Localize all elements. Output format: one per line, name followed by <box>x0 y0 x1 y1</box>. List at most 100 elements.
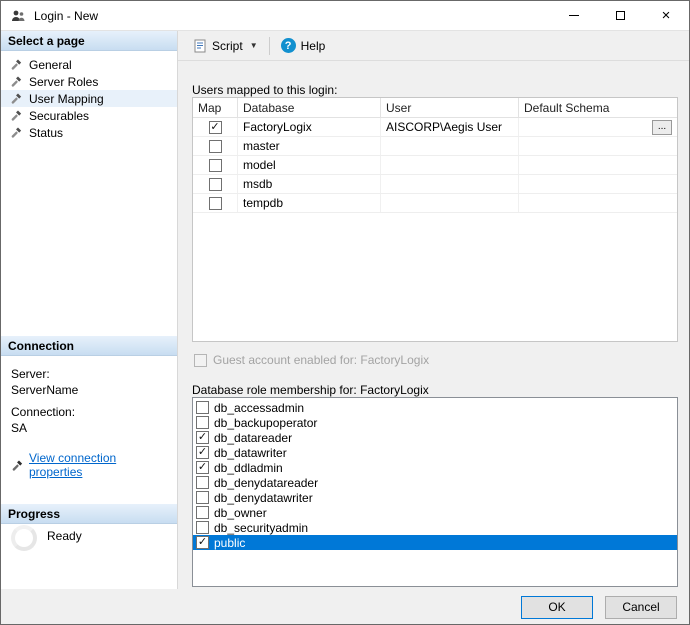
connection-properties-icon <box>11 459 24 472</box>
role-item[interactable]: db_datareader <box>193 430 677 445</box>
role-item[interactable]: db_backupoperator <box>193 415 677 430</box>
connection-info: Server: ServerName Connection: SA View c… <box>11 359 171 479</box>
table-row[interactable]: FactoryLogix AISCORP\Aegis User ... <box>193 118 677 137</box>
script-icon <box>193 39 207 53</box>
role-checkbox[interactable] <box>196 476 209 489</box>
role-item[interactable]: db_owner <box>193 505 677 520</box>
sidebar-item-label: General <box>29 58 72 72</box>
user-cell <box>381 194 519 212</box>
map-cell <box>193 175 238 193</box>
sidebar-item-label: Status <box>29 126 63 140</box>
role-checkbox[interactable] <box>196 536 209 549</box>
titlebar[interactable]: Login - New × <box>1 1 689 31</box>
guest-account-checkbox[interactable] <box>194 354 207 367</box>
chevron-down-icon: ▼ <box>250 41 258 50</box>
window-title: Login - New <box>34 9 98 23</box>
wrench-icon <box>10 58 23 71</box>
role-item[interactable]: public <box>193 535 677 550</box>
connection-label: Connection: <box>11 405 171 419</box>
user-cell <box>381 137 519 155</box>
wrench-icon <box>10 126 23 139</box>
role-checkbox[interactable] <box>196 491 209 504</box>
users-mapped-label: Users mapped to this login: <box>192 83 337 97</box>
sidebar-item-status[interactable]: Status <box>1 124 177 141</box>
role-name: public <box>214 536 245 550</box>
user-cell <box>381 175 519 193</box>
role-item[interactable]: db_accessadmin <box>193 400 677 415</box>
database-cell: model <box>238 156 381 174</box>
table-row[interactable]: model <box>193 156 677 175</box>
cancel-button[interactable]: Cancel <box>605 596 677 619</box>
role-checkbox[interactable] <box>196 416 209 429</box>
role-item[interactable]: db_securityadmin <box>193 520 677 535</box>
role-item[interactable]: db_datawriter <box>193 445 677 460</box>
database-cell: master <box>238 137 381 155</box>
toolbar: Script ▼ ? Help <box>178 31 689 61</box>
role-item[interactable]: db_denydatareader <box>193 475 677 490</box>
table-row[interactable]: master <box>193 137 677 156</box>
role-name: db_owner <box>214 506 267 520</box>
close-button[interactable]: × <box>643 1 689 30</box>
map-cell <box>193 137 238 155</box>
table-row[interactable]: tempdb <box>193 194 677 213</box>
help-button[interactable]: ? Help <box>274 33 333 58</box>
role-checkbox[interactable] <box>196 446 209 459</box>
map-cell <box>193 118 238 136</box>
schema-cell <box>519 175 677 193</box>
role-name: db_ddladmin <box>214 461 283 475</box>
progress-status: Ready <box>47 529 82 543</box>
progress-area: Ready <box>11 525 82 551</box>
table-row[interactable]: msdb <box>193 175 677 194</box>
toolbar-separator <box>269 37 270 55</box>
select-a-page-header: Select a page <box>1 31 177 51</box>
sidebar-item-server-roles[interactable]: Server Roles <box>1 73 177 90</box>
user-mapping-table: Map Database User Default Schema Factory… <box>192 97 678 342</box>
wrench-icon <box>10 109 23 122</box>
progress-header: Progress <box>1 504 177 524</box>
map-checkbox[interactable] <box>209 178 222 191</box>
schema-cell: ... <box>519 118 677 136</box>
column-header-default-schema: Default Schema <box>519 98 677 117</box>
sidebar-item-general[interactable]: General <box>1 56 177 73</box>
schema-cell <box>519 194 677 212</box>
database-cell: tempdb <box>238 194 381 212</box>
role-name: db_backupoperator <box>214 416 317 430</box>
maximize-button[interactable] <box>597 1 643 30</box>
ok-button[interactable]: OK <box>521 596 593 619</box>
close-icon: × <box>662 8 671 23</box>
guest-account-row: Guest account enabled for: FactoryLogix <box>194 353 429 367</box>
sidebar-item-securables[interactable]: Securables <box>1 107 177 124</box>
role-item[interactable]: db_denydatawriter <box>193 490 677 505</box>
wrench-icon <box>10 75 23 88</box>
role-name: db_accessadmin <box>214 401 304 415</box>
maximize-icon <box>616 11 625 20</box>
role-name: db_denydatareader <box>214 476 318 490</box>
guest-account-label: Guest account enabled for: FactoryLogix <box>213 353 429 367</box>
sidebar-item-user-mapping[interactable]: User Mapping <box>1 90 177 107</box>
role-checkbox[interactable] <box>196 506 209 519</box>
database-cell: msdb <box>238 175 381 193</box>
role-checkbox[interactable] <box>196 461 209 474</box>
minimize-button[interactable] <box>551 1 597 30</box>
column-header-user: User <box>381 98 519 117</box>
browse-button[interactable]: ... <box>652 120 672 135</box>
role-name: db_datawriter <box>214 446 287 460</box>
role-checkbox[interactable] <box>196 431 209 444</box>
connection-value: SA <box>11 421 171 435</box>
role-membership-label: Database role membership for: FactoryLog… <box>192 383 429 397</box>
script-button[interactable]: Script ▼ <box>186 34 265 58</box>
role-item[interactable]: db_ddladmin <box>193 460 677 475</box>
map-checkbox[interactable] <box>209 197 222 210</box>
column-header-map: Map <box>193 98 238 117</box>
map-checkbox[interactable] <box>209 159 222 172</box>
map-checkbox[interactable] <box>209 140 222 153</box>
column-header-database: Database <box>238 98 381 117</box>
map-checkbox[interactable] <box>209 121 222 134</box>
role-name: db_securityadmin <box>214 521 308 535</box>
role-checkbox[interactable] <box>196 521 209 534</box>
map-cell <box>193 156 238 174</box>
view-connection-properties-link[interactable]: View connection properties <box>29 451 171 479</box>
role-checkbox[interactable] <box>196 401 209 414</box>
role-name: db_datareader <box>214 431 292 445</box>
help-icon: ? <box>281 38 296 53</box>
